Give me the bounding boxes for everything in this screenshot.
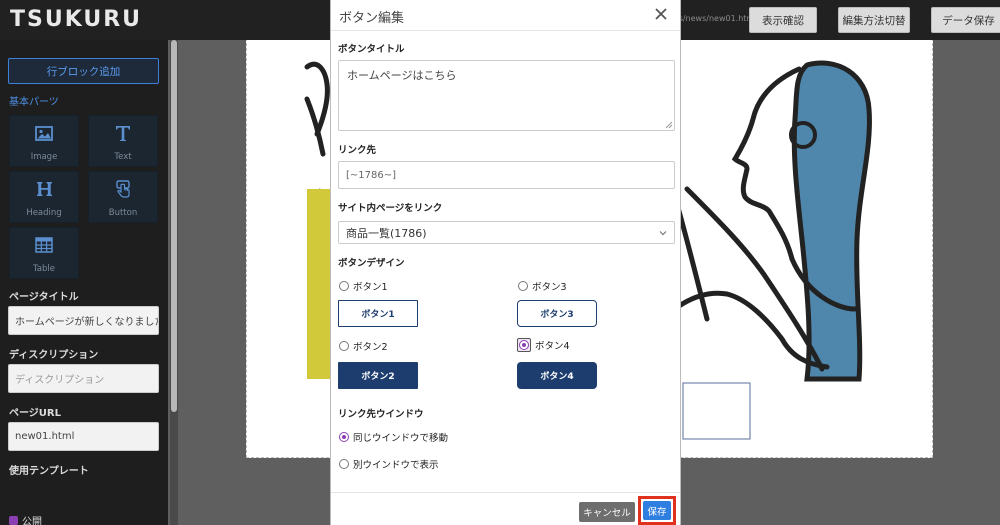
checkbox-icon	[9, 516, 18, 525]
save-button-highlight: 保存	[638, 496, 676, 525]
page-title-input[interactable]: ホームページが新しくなりました	[8, 306, 159, 335]
tile-text[interactable]: Text	[88, 115, 158, 167]
button-title-value: ホームページはこちら	[347, 69, 457, 82]
button-title-label: ボタンタイトル	[338, 44, 405, 55]
tile-label: Table	[33, 264, 55, 274]
button-title-textarea[interactable]: ホームページはこちら	[338, 60, 675, 131]
internal-link-label: サイト内ページをリンク	[338, 203, 443, 214]
heading-icon	[31, 178, 57, 200]
design-preview-4[interactable]: ボタン4	[517, 362, 597, 389]
design-radio-1[interactable]: ボタン1	[339, 279, 388, 293]
tile-heading[interactable]: Heading	[9, 171, 79, 223]
table-icon	[31, 234, 57, 256]
design-radio-label: ボタン4	[535, 341, 570, 352]
radio-icon[interactable]	[339, 341, 349, 351]
publish-label: 公開	[22, 517, 42, 525]
preview-button[interactable]: 表示確認	[749, 7, 817, 33]
design-preview-1[interactable]: ボタン1	[338, 300, 418, 327]
tile-table[interactable]: Table	[9, 227, 79, 279]
window-option-label: 別ウインドウで表示	[353, 460, 439, 471]
tile-label: Heading	[26, 208, 62, 218]
description-input[interactable]: ディスクリプション	[8, 364, 159, 393]
app-logo: TSUKURU	[10, 7, 143, 32]
radio-icon[interactable]	[339, 459, 349, 469]
design-radio-label: ボタン2	[353, 342, 388, 353]
template-label: 使用テンプレート	[9, 466, 89, 477]
tile-label: Text	[114, 152, 132, 162]
publish-item[interactable]: 公開	[9, 513, 42, 525]
window-option-label: 同じウインドウで移動	[353, 433, 449, 444]
link-input[interactable]: [~1786~]	[338, 161, 675, 189]
basic-parts-heading: 基本パーツ	[9, 97, 59, 108]
button-hand-icon	[110, 178, 136, 200]
window-label: リンク先ウインドウ	[338, 409, 424, 420]
radio-icon[interactable]	[339, 281, 349, 291]
save-button[interactable]: 保存	[643, 501, 671, 520]
page-path: /s/news/new01.html	[676, 14, 757, 23]
sidebar-scrollbar[interactable]	[170, 40, 178, 525]
scrollbar-thumb[interactable]	[171, 40, 177, 412]
sidebar: 行ブロック追加 基本パーツ Image Text Heading Button …	[0, 40, 168, 525]
add-row-block-button[interactable]: 行ブロック追加	[8, 58, 159, 84]
internal-link-select[interactable]: 商品一覧(1786)	[338, 221, 675, 244]
design-preview-2[interactable]: ボタン2	[338, 362, 418, 389]
window-option-new[interactable]: 別ウインドウで表示	[339, 457, 439, 471]
tile-image[interactable]: Image	[9, 115, 79, 167]
radio-focus-box	[517, 338, 531, 352]
internal-link-selected: 商品一覧(1786)	[346, 226, 427, 240]
modal-header: ボタン編集	[331, 0, 680, 31]
radio-icon[interactable]	[518, 281, 528, 291]
radio-checked-icon[interactable]	[339, 432, 349, 442]
text-icon	[110, 122, 136, 144]
radio-checked-icon[interactable]	[519, 340, 529, 350]
page-url-label: ページURL	[9, 408, 61, 419]
link-label: リンク先	[338, 145, 377, 156]
resize-grip-icon[interactable]	[665, 121, 673, 129]
tile-label: Image	[30, 152, 58, 162]
description-label: ディスクリプション	[9, 350, 99, 361]
page-title-label: ページタイトル	[9, 292, 79, 303]
modal-title: ボタン編集	[339, 11, 405, 26]
design-radio-label: ボタン1	[353, 282, 388, 293]
design-radio-4[interactable]: ボタン4	[517, 338, 570, 352]
design-label: ボタンデザイン	[338, 258, 405, 269]
button-edit-modal: ボタン編集 ボタンタイトル ホームページはこちら リンク先 [~1786~] サ…	[330, 0, 681, 525]
tile-button[interactable]: Button	[88, 171, 158, 223]
cancel-button[interactable]: キャンセル	[579, 502, 635, 522]
image-icon	[31, 122, 57, 144]
chevron-down-icon	[659, 231, 667, 236]
close-icon[interactable]	[652, 5, 670, 23]
window-option-same[interactable]: 同じウインドウで移動	[339, 430, 448, 444]
save-data-button[interactable]: データ保存	[931, 7, 1000, 33]
switch-edit-mode-button[interactable]: 編集方法切替	[838, 7, 910, 33]
page-url-input[interactable]: new01.html	[8, 422, 159, 451]
design-radio-2[interactable]: ボタン2	[339, 339, 388, 353]
tile-label: Button	[108, 208, 138, 218]
design-radio-3[interactable]: ボタン3	[518, 279, 567, 293]
design-radio-label: ボタン3	[532, 282, 567, 293]
design-preview-3[interactable]: ボタン3	[517, 300, 597, 327]
